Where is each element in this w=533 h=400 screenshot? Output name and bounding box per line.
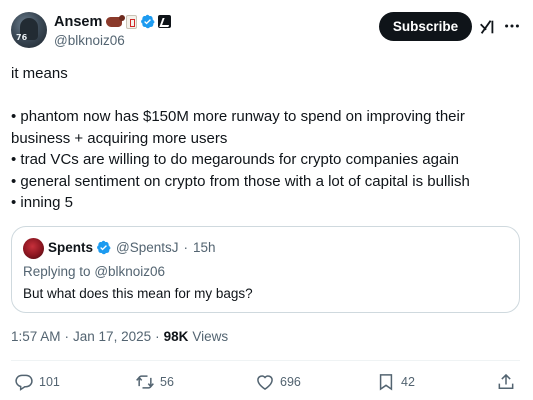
replying-label: Replying to	[23, 264, 91, 279]
meta-separator-2: ·	[155, 329, 160, 344]
bookmark-button[interactable]: 42	[376, 370, 415, 394]
retweet-icon	[136, 375, 154, 389]
reply-icon	[15, 374, 33, 391]
quote-separator: ·	[183, 240, 189, 255]
share-icon	[498, 373, 514, 389]
affiliate-badge-icon[interactable]	[158, 15, 172, 28]
quote-replying-to: Replying to @blknoiz06	[23, 264, 165, 279]
views-label: Views	[192, 329, 229, 344]
reply-button[interactable]: 101	[14, 370, 60, 394]
avatar-jersey-number: 76	[16, 33, 28, 42]
bookmark-count: 42	[401, 375, 415, 389]
tweet-meta: 1:57 AM · Jan 17, 2025 · 98K Views	[11, 329, 228, 344]
mahjong-tile-icon	[126, 14, 138, 29]
replying-handle-link[interactable]: @blknoiz06	[94, 264, 165, 279]
heart-icon	[257, 375, 273, 390]
retweet-count: 56	[160, 375, 174, 389]
author-name[interactable]: Ansem	[54, 14, 102, 30]
tweet-text: it means • phantom now has $150M more ru…	[11, 65, 470, 211]
quoted-tweet[interactable]: Spents @SpentsJ · 15h Replying to @blkno…	[11, 226, 520, 313]
verified-badge-icon	[141, 14, 155, 29]
bull-emoji-icon	[106, 14, 126, 27]
divider	[11, 360, 520, 361]
quote-header: Spents @SpentsJ · 15h	[48, 240, 216, 255]
author-handle[interactable]: @blknoiz06	[54, 33, 171, 48]
action-bar: 101 56 696 42	[0, 370, 533, 394]
quote-verified-badge-icon	[97, 240, 111, 255]
more-options-icon[interactable]	[503, 17, 521, 35]
author-name-row: Ansem	[54, 13, 172, 30]
bookmark-icon	[379, 374, 393, 391]
grok-icon[interactable]	[478, 18, 496, 36]
reply-count: 101	[39, 375, 60, 389]
like-count: 696	[280, 375, 301, 389]
tweet-date[interactable]: Jan 17, 2025	[73, 329, 151, 344]
quote-text: But what does this mean for my bags?	[23, 286, 253, 301]
subscribe-button[interactable]: Subscribe	[379, 12, 472, 41]
quote-author-name[interactable]: Spents	[48, 240, 93, 255]
retweet-button[interactable]: 56	[135, 370, 174, 394]
author-avatar[interactable]: 76	[11, 12, 47, 48]
author-info: Ansem @blknoiz06	[54, 13, 172, 48]
tweet-header: 76 Ansem @blknoiz06 Subscribe	[11, 11, 523, 51]
quote-timestamp[interactable]: 15h	[193, 240, 216, 255]
views-count: 98K	[163, 329, 189, 344]
quote-author-avatar[interactable]	[23, 238, 44, 259]
meta-separator: ·	[64, 329, 70, 344]
quote-author-handle[interactable]: @SpentsJ	[116, 240, 178, 255]
like-button[interactable]: 696	[255, 370, 301, 394]
share-button[interactable]	[496, 370, 516, 394]
tweet-time[interactable]: 1:57 AM	[11, 329, 61, 344]
